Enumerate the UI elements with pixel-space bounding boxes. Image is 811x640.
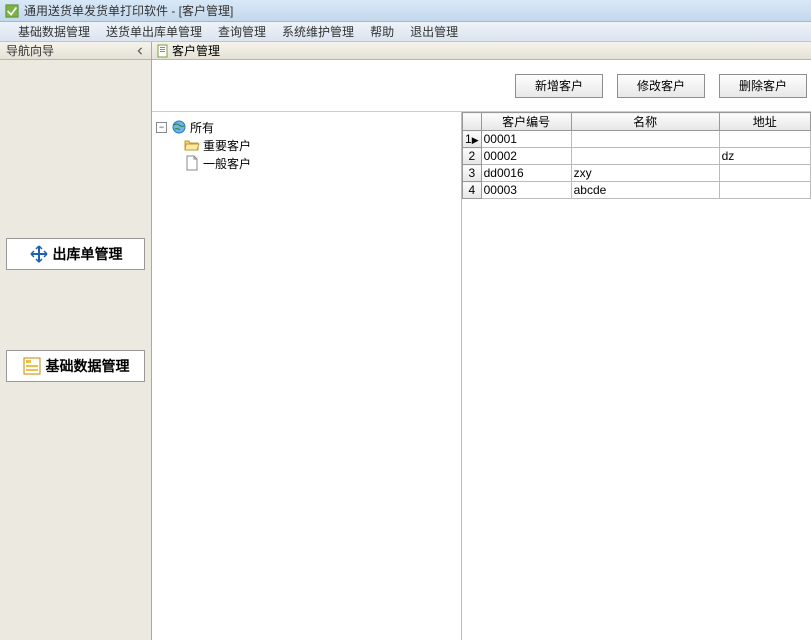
toolbar: 新增客户 修改客户 删除客户 bbox=[152, 60, 811, 112]
customer-table[interactable]: 客户编号 名称 地址 1▶ 00001 2 bbox=[462, 112, 811, 199]
table-row[interactable]: 4 00003 abcde bbox=[463, 182, 811, 199]
nav-btn-basedata[interactable]: 基础数据管理 bbox=[6, 350, 145, 382]
col-header-address[interactable]: 地址 bbox=[719, 113, 810, 131]
tree-root[interactable]: − 所有 bbox=[156, 118, 457, 136]
cell-code[interactable]: 00003 bbox=[481, 182, 571, 199]
nav-header-label: 导航向导 bbox=[6, 42, 54, 59]
grid-panel: 客户编号 名称 地址 1▶ 00001 2 bbox=[462, 112, 811, 640]
form-icon bbox=[22, 356, 42, 376]
cell-name[interactable]: abcde bbox=[571, 182, 719, 199]
grid-corner bbox=[463, 113, 482, 131]
menu-query[interactable]: 查询管理 bbox=[210, 21, 274, 42]
table-row[interactable]: 1▶ 00001 bbox=[463, 131, 811, 148]
row-number: 3 bbox=[463, 165, 482, 182]
app-icon bbox=[4, 3, 20, 19]
row-number: 1▶ bbox=[463, 131, 482, 148]
menu-basedata[interactable]: 基础数据管理 bbox=[10, 21, 98, 42]
file-icon bbox=[184, 155, 200, 171]
cell-code[interactable]: 00002 bbox=[481, 148, 571, 165]
content-tab: 客户管理 bbox=[152, 42, 811, 60]
row-number: 4 bbox=[463, 182, 482, 199]
folder-open-icon bbox=[184, 137, 200, 153]
table-row[interactable]: 2 00002 dz bbox=[463, 148, 811, 165]
menu-help[interactable]: 帮助 bbox=[362, 21, 402, 42]
tree-item-general[interactable]: 一般客户 bbox=[184, 154, 457, 172]
content-tab-title: 客户管理 bbox=[172, 42, 220, 59]
tree-item-important[interactable]: 重要客户 bbox=[184, 136, 457, 154]
cell-name[interactable] bbox=[571, 131, 719, 148]
cell-address[interactable] bbox=[719, 165, 810, 182]
tree-item-label: 重要客户 bbox=[203, 137, 251, 154]
arrows-icon bbox=[29, 244, 49, 264]
col-header-name[interactable]: 名称 bbox=[571, 113, 719, 131]
cell-name[interactable]: zxy bbox=[571, 165, 719, 182]
document-icon bbox=[156, 44, 170, 58]
nav-btn-outbound[interactable]: 出库单管理 bbox=[6, 238, 145, 270]
collapse-icon[interactable]: − bbox=[156, 122, 167, 133]
menubar: 基础数据管理 送货单出库单管理 查询管理 系统维护管理 帮助 退出管理 bbox=[0, 22, 811, 42]
tree-item-label: 一般客户 bbox=[203, 155, 251, 172]
content-panel: 客户管理 新增客户 修改客户 删除客户 − 所有 bbox=[152, 42, 811, 640]
window-titlebar: 通用送货单发货单打印软件 - [客户管理] bbox=[0, 0, 811, 22]
nav-panel: 导航向导 出库单管理 基础数据管理 bbox=[0, 42, 152, 640]
add-customer-button[interactable]: 新增客户 bbox=[515, 74, 603, 98]
cell-address[interactable]: dz bbox=[719, 148, 810, 165]
tree-panel: − 所有 重要客户 bbox=[152, 112, 462, 640]
window-title: 通用送货单发货单打印软件 - [客户管理] bbox=[24, 2, 233, 19]
chevron-left-icon[interactable] bbox=[133, 44, 147, 58]
menu-exit[interactable]: 退出管理 bbox=[402, 21, 466, 42]
cell-address[interactable] bbox=[719, 182, 810, 199]
row-number: 2 bbox=[463, 148, 482, 165]
table-row[interactable]: 3 dd0016 zxy bbox=[463, 165, 811, 182]
menu-system[interactable]: 系统维护管理 bbox=[274, 21, 362, 42]
cell-name[interactable] bbox=[571, 148, 719, 165]
globe-icon bbox=[171, 119, 187, 135]
cell-address[interactable] bbox=[719, 131, 810, 148]
nav-btn-outbound-label: 出库单管理 bbox=[53, 244, 123, 264]
menu-delivery[interactable]: 送货单出库单管理 bbox=[98, 21, 210, 42]
cell-code[interactable]: 00001 bbox=[481, 131, 571, 148]
tree-root-label: 所有 bbox=[190, 119, 214, 136]
nav-btn-basedata-label: 基础数据管理 bbox=[46, 356, 130, 376]
cell-code[interactable]: dd0016 bbox=[481, 165, 571, 182]
col-header-code[interactable]: 客户编号 bbox=[481, 113, 571, 131]
delete-customer-button[interactable]: 删除客户 bbox=[719, 74, 807, 98]
edit-customer-button[interactable]: 修改客户 bbox=[617, 74, 705, 98]
nav-header: 导航向导 bbox=[0, 42, 151, 60]
